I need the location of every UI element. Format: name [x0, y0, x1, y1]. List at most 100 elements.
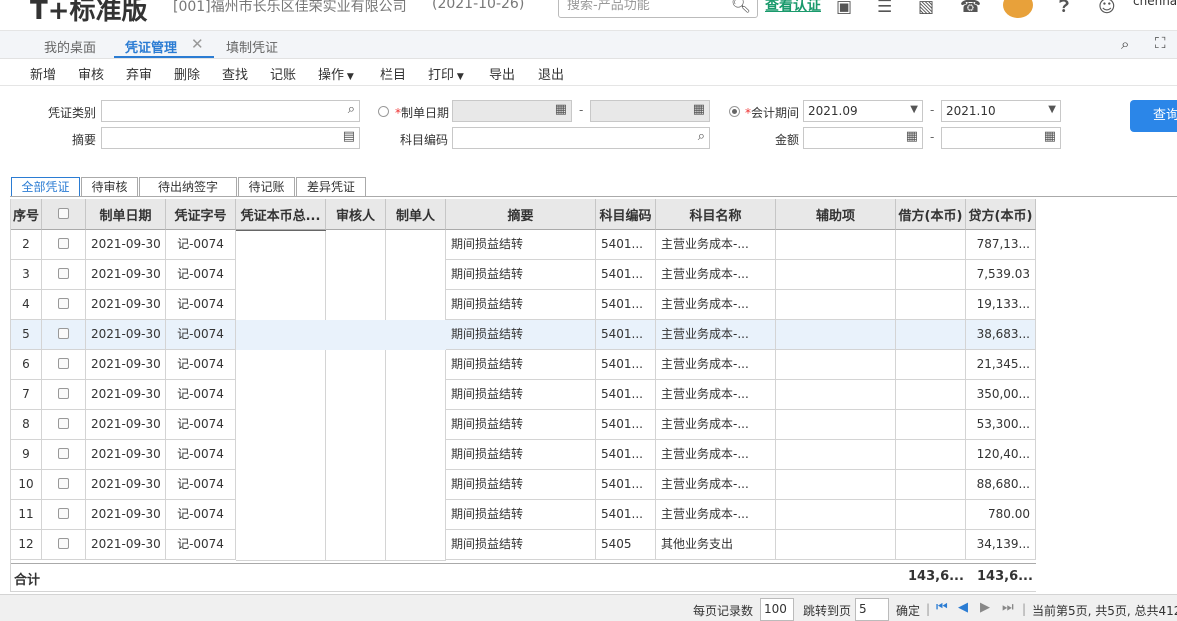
- per-page-input[interactable]: 100: [760, 598, 794, 621]
- exit-button[interactable]: 退出: [538, 64, 564, 83]
- calculator-icon[interactable]: ▦: [1044, 129, 1056, 144]
- table-row[interactable]: 3 2021-09-30 记-0074 期间损益结转 5401... 主营业务成本-...…: [11, 260, 1036, 290]
- column-header-seq[interactable]: 序号: [11, 199, 42, 230]
- help-icon[interactable]: ❓︎: [1059, 0, 1069, 17]
- row-checkbox[interactable]: [58, 298, 69, 309]
- subtab-pending-cashier[interactable]: 待出纳签字: [139, 177, 237, 197]
- column-header-voucher-total[interactable]: 凭证本币总...: [236, 199, 326, 230]
- amount-from[interactable]: ▦: [803, 127, 923, 149]
- subtab-pending-post[interactable]: 待记账: [238, 177, 295, 197]
- make-date-from[interactable]: ▦: [452, 100, 572, 122]
- goto-page-input[interactable]: 5: [855, 598, 889, 621]
- row-checkbox[interactable]: [58, 358, 69, 369]
- row-checkbox[interactable]: [58, 538, 69, 549]
- table-row[interactable]: 2 2021-09-30 记-0074 期间损益结转 5401... 主营业务成本-...…: [11, 230, 1036, 260]
- table-row[interactable]: 8 2021-09-30 记-0074 期间损益结转 5401... 主营业务成本-...…: [11, 410, 1036, 440]
- column-header-account-name[interactable]: 科目名称: [656, 199, 776, 230]
- table-row[interactable]: 5 2021-09-30 记-0074 期间损益结转 5401... 主营业务成本-...…: [11, 320, 1036, 350]
- account-code-input[interactable]: [457, 130, 677, 146]
- period-radio[interactable]: [729, 106, 740, 117]
- calculator-icon[interactable]: ▦: [906, 129, 918, 144]
- subtab-diff-vouchers[interactable]: 差异凭证: [296, 177, 366, 197]
- chevron-down-icon[interactable]: ▼: [910, 104, 918, 115]
- table-row[interactable]: 4 2021-09-30 记-0074 期间损益结转 5401... 主营业务成本-...…: [11, 290, 1036, 320]
- table-row[interactable]: 9 2021-09-30 记-0074 期间损益结转 5401... 主营业务成本-...…: [11, 440, 1036, 470]
- make-date-to[interactable]: ▦: [590, 100, 710, 122]
- period-from-value[interactable]: [808, 103, 898, 119]
- last-page-icon[interactable]: ⏭︎: [1002, 600, 1014, 615]
- summary-field[interactable]: ▤: [101, 127, 360, 149]
- tab-create-voucher[interactable]: 填制凭证: [226, 37, 278, 56]
- summary-input[interactable]: [106, 130, 326, 146]
- make-date-radio[interactable]: [378, 106, 389, 117]
- column-header-debit[interactable]: 借方(本币): [896, 199, 966, 230]
- new-button[interactable]: 新增: [30, 64, 56, 83]
- column-header-select[interactable]: [42, 199, 86, 230]
- amount-to[interactable]: ▦: [941, 127, 1061, 149]
- search-icon[interactable]: 🔍︎: [731, 0, 751, 14]
- query-button[interactable]: 查询: [1130, 100, 1177, 132]
- checklist-icon[interactable]: ☰: [877, 0, 892, 17]
- column-header-credit[interactable]: 贷方(本币): [966, 199, 1036, 230]
- column-header-account-code[interactable]: 科目编码: [596, 199, 656, 230]
- next-page-icon[interactable]: ▶: [980, 600, 990, 615]
- search-icon[interactable]: ⌕: [348, 102, 355, 117]
- box-icon[interactable]: ▧: [918, 0, 934, 17]
- table-row[interactable]: 12 2021-09-30 记-0074 期间损益结转 5405 其他业务支出 34,139…: [11, 530, 1036, 560]
- chevron-down-icon[interactable]: ▼: [1048, 104, 1056, 115]
- subtab-all-vouchers[interactable]: 全部凭证: [11, 177, 80, 197]
- column-header-maker[interactable]: 制单人: [386, 199, 446, 230]
- account-code-field[interactable]: ⌕: [452, 127, 710, 149]
- first-page-icon[interactable]: ⏮︎: [936, 600, 948, 615]
- row-checkbox[interactable]: [58, 268, 69, 279]
- period-to-select[interactable]: ▼: [941, 100, 1061, 122]
- user-icon[interactable]: ☺: [1098, 0, 1116, 17]
- tab-search-icon[interactable]: ⌕: [1121, 35, 1129, 53]
- global-search-input[interactable]: [567, 0, 727, 14]
- export-button[interactable]: 导出: [489, 64, 515, 83]
- post-button[interactable]: 记账: [270, 64, 296, 83]
- table-row[interactable]: 10 2021-09-30 记-0074 期间损益结转 5401... 主营业务成本-..…: [11, 470, 1036, 500]
- subtab-pending-audit[interactable]: 待审核: [81, 177, 138, 197]
- calendar-icon[interactable]: ▦: [693, 102, 705, 117]
- save-icon[interactable]: ▣: [836, 0, 852, 17]
- table-row[interactable]: 7 2021-09-30 记-0074 期间损益结转 5401... 主营业务成本-...…: [11, 380, 1036, 410]
- verify-link[interactable]: 查看认证: [765, 0, 821, 15]
- abandon-audit-button[interactable]: 弃审: [126, 64, 152, 83]
- voucher-type-input[interactable]: [106, 103, 326, 119]
- delete-button[interactable]: 删除: [174, 64, 200, 83]
- tab-voucher-management[interactable]: 凭证管理: [125, 37, 177, 56]
- user-name[interactable]: chenhai: [1133, 0, 1177, 8]
- column-header-auditor[interactable]: 审核人: [326, 199, 386, 230]
- row-checkbox[interactable]: [58, 478, 69, 489]
- column-header-make-date[interactable]: 制单日期: [86, 199, 166, 230]
- lookup-icon[interactable]: ▤: [343, 129, 355, 144]
- audit-button[interactable]: 审核: [78, 64, 104, 83]
- monkey-avatar[interactable]: [1003, 0, 1033, 18]
- calendar-icon[interactable]: ▦: [555, 102, 567, 117]
- find-button[interactable]: 查找: [222, 64, 248, 83]
- table-row[interactable]: 6 2021-09-30 记-0074 期间损益结转 5401... 主营业务成本-...…: [11, 350, 1036, 380]
- print-menu-button[interactable]: 打印 ▼: [428, 64, 464, 83]
- period-to-value[interactable]: [946, 103, 1036, 119]
- fullscreen-icon[interactable]: ⛶: [1155, 34, 1166, 52]
- search-icon[interactable]: ⌕: [698, 129, 705, 144]
- row-checkbox[interactable]: [58, 238, 69, 249]
- select-all-checkbox[interactable]: [58, 207, 69, 219]
- column-header-auxiliary[interactable]: 辅助项: [776, 199, 896, 230]
- prev-page-icon[interactable]: ◀: [958, 600, 968, 615]
- operate-menu-button[interactable]: 操作 ▼: [318, 64, 354, 83]
- period-from-select[interactable]: ▼: [803, 100, 923, 122]
- row-checkbox[interactable]: [58, 508, 69, 519]
- confirm-button[interactable]: 确定: [896, 602, 920, 619]
- tab-close-icon[interactable]: ✕: [191, 35, 204, 53]
- global-search-box[interactable]: 🔍︎: [558, 0, 758, 18]
- voucher-type-field[interactable]: ⌕: [101, 100, 360, 122]
- columns-button[interactable]: 栏目: [380, 64, 406, 83]
- column-header-voucher-no[interactable]: 凭证字号: [166, 199, 236, 230]
- row-checkbox[interactable]: [58, 328, 69, 339]
- row-checkbox[interactable]: [58, 388, 69, 399]
- phone-icon[interactable]: ☎: [960, 0, 981, 17]
- table-row[interactable]: 11 2021-09-30 记-0074 期间损益结转 5401... 主营业务成本-..…: [11, 500, 1036, 530]
- row-checkbox[interactable]: [58, 418, 69, 429]
